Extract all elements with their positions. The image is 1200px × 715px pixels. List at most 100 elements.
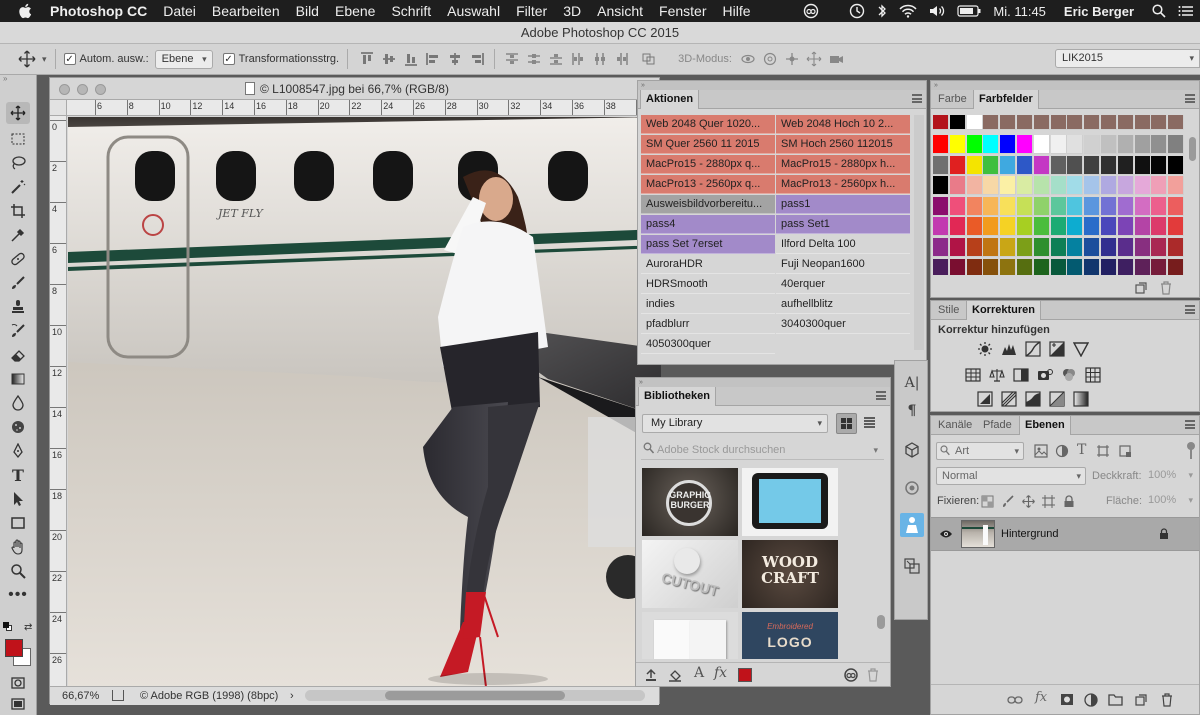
panel-menu-icon[interactable] (912, 94, 922, 103)
menu-auswahl[interactable]: Auswahl (439, 0, 508, 22)
color-swatch[interactable] (949, 217, 966, 237)
panel-collapse-icon[interactable]: » (931, 81, 1199, 90)
color-swatch[interactable] (1134, 196, 1151, 216)
exposure-icon[interactable] (1049, 341, 1065, 357)
brush-tool[interactable] (6, 272, 30, 294)
quick-selection-tool[interactable] (6, 176, 30, 198)
color-swatch[interactable] (1017, 217, 1033, 237)
distribute-bottom-icon[interactable] (548, 51, 564, 67)
color-swatch[interactable] (1117, 238, 1134, 257)
libraries-scrollbar[interactable] (876, 470, 886, 660)
workspace-dropdown[interactable]: LIK2015 (1055, 49, 1200, 68)
color-swatch[interactable] (1050, 155, 1067, 175)
color-swatch[interactable] (1000, 258, 1017, 275)
distribute-hcenter-icon[interactable] (592, 51, 608, 67)
color-swatch[interactable] (1134, 258, 1151, 275)
collapse-toolbar-icon[interactable]: » (0, 75, 37, 83)
color-swatch[interactable] (1000, 176, 1017, 196)
color-swatch[interactable] (949, 258, 966, 275)
minimize-window-button[interactable] (77, 84, 88, 95)
color-swatch[interactable] (1084, 115, 1101, 130)
color-swatch[interactable] (933, 115, 949, 130)
color-swatch[interactable] (1050, 217, 1067, 237)
menu-schrift[interactable]: Schrift (383, 0, 439, 22)
clone-source-icon[interactable] (903, 479, 921, 497)
add-color-swatch[interactable] (738, 668, 752, 682)
blend-mode-dropdown[interactable]: Normal ▾ (936, 467, 1086, 485)
tab-color[interactable]: Farbe (933, 90, 972, 109)
zoom-window-button[interactable] (95, 84, 106, 95)
panel-menu-icon[interactable] (1185, 305, 1195, 314)
horizontal-scrollbar[interactable] (305, 690, 645, 701)
color-swatch[interactable] (949, 155, 966, 175)
color-swatch[interactable] (1134, 238, 1151, 257)
levels-icon[interactable] (1001, 341, 1017, 357)
brightness-contrast-icon[interactable] (977, 341, 993, 357)
actions-scrollbar[interactable] (914, 115, 924, 350)
new-adjustment-layer-icon[interactable] (1084, 693, 1098, 707)
apple-icon[interactable] (0, 3, 42, 19)
color-swatch[interactable] (983, 155, 1000, 175)
marquee-tool[interactable] (6, 128, 30, 150)
upload-icon[interactable] (644, 668, 658, 682)
menu-datei[interactable]: Datei (155, 0, 204, 22)
color-swatch[interactable] (1101, 217, 1117, 237)
auto-select-checkbox[interactable]: ✓ (63, 53, 76, 65)
panel-collapse-icon[interactable]: » (636, 378, 890, 387)
color-swatch[interactable] (1050, 196, 1067, 216)
history-brush-tool[interactable] (6, 320, 30, 342)
color-swatch[interactable] (933, 176, 949, 196)
3d-roll-icon[interactable] (762, 51, 778, 67)
action-item[interactable]: SM Hoch 2560 112015 (776, 135, 910, 154)
link-layers-icon[interactable] (1007, 694, 1023, 706)
align-top-icon[interactable] (359, 51, 375, 67)
3d-panel-icon[interactable] (903, 441, 921, 459)
layer-filter-kind-dropdown[interactable]: Art ▾ (936, 442, 1024, 460)
color-swatch[interactable] (1084, 258, 1101, 275)
wifi-icon[interactable] (899, 4, 917, 18)
color-swatch[interactable] (1084, 135, 1101, 154)
color-swatch[interactable] (1151, 115, 1168, 130)
list-view-button[interactable] (860, 413, 881, 434)
library-item-book[interactable] (642, 612, 738, 659)
color-swatch[interactable] (1017, 176, 1033, 196)
library-item-wood-craft[interactable]: WOOD CRAFT (742, 540, 838, 608)
color-swatch[interactable] (1168, 155, 1185, 175)
color-swatch[interactable] (1151, 135, 1168, 154)
color-swatch[interactable] (933, 155, 949, 175)
color-swatch[interactable] (1134, 217, 1151, 237)
photo-filter-icon[interactable] (1037, 367, 1053, 383)
menu-ansicht[interactable]: Ansicht (589, 0, 651, 22)
notification-center-icon[interactable] (1178, 5, 1194, 17)
black-white-icon[interactable] (1013, 367, 1029, 383)
color-swatch[interactable] (1033, 176, 1050, 196)
edit-toolbar-button[interactable]: ••• (6, 584, 30, 606)
action-item[interactable]: aufhellblitz (776, 295, 910, 314)
panel-collapse-icon[interactable]: » (638, 81, 926, 90)
color-swatch[interactable] (1067, 176, 1084, 196)
spotlight-search-icon[interactable] (1152, 4, 1166, 18)
color-swatch[interactable] (949, 176, 966, 196)
library-dropdown[interactable]: My Library ▾ (642, 414, 828, 433)
volume-icon[interactable] (929, 4, 945, 18)
action-item[interactable]: indies (641, 295, 775, 314)
hand-tool[interactable] (6, 536, 30, 558)
color-swatch[interactable] (949, 115, 966, 130)
lock-artboard-icon[interactable] (1042, 495, 1055, 508)
trash-icon[interactable] (867, 668, 879, 682)
color-swatch[interactable] (966, 217, 983, 237)
color-swatch[interactable] (1117, 196, 1134, 216)
action-item[interactable]: pass1 (776, 195, 910, 214)
color-swatch[interactable] (1101, 176, 1117, 196)
color-swatch[interactable] (1017, 238, 1033, 257)
color-lookup-icon[interactable] (1085, 367, 1101, 383)
blur-tool[interactable] (6, 392, 30, 414)
action-item[interactable]: Web 2048 Hoch 10 2... (776, 115, 910, 134)
action-item[interactable]: 4050300quer (641, 335, 775, 354)
color-swatch[interactable] (1151, 238, 1168, 257)
swatches-scrollbar[interactable] (1188, 137, 1197, 267)
move-tool[interactable] (6, 102, 30, 124)
distribute-left-icon[interactable] (570, 51, 586, 67)
color-swatch[interactable] (1017, 115, 1033, 130)
layer-name[interactable]: Hintergrund (1001, 528, 1058, 540)
